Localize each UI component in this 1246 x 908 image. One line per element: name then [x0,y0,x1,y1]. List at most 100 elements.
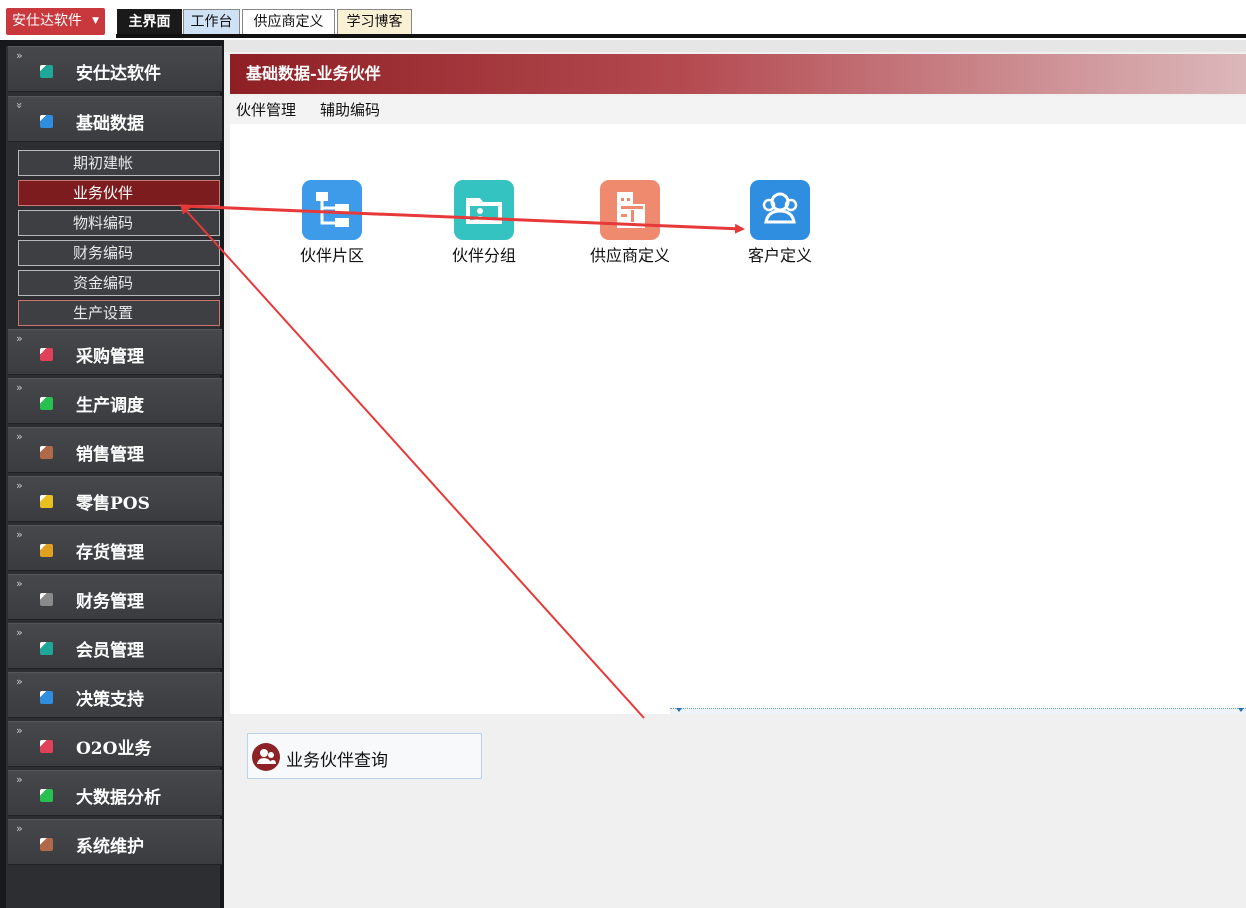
sidebar-group-basic-data[interactable]: » 基础数据 [8,96,222,142]
tab-label: 主界面 [128,14,171,30]
module-icon [40,593,53,606]
sidebar-group-header[interactable]: » 采购管理 [8,329,222,375]
sidebar-group-header[interactable]: » 财务管理 [8,574,222,620]
expand-chevron-icon: » [16,381,23,394]
sidebar-subitem-material-code[interactable]: 物料编码 [18,210,220,236]
expand-chevron-icon: » [16,577,23,590]
caret-down-icon: ▼ [92,16,99,26]
sidebar-group-header[interactable]: » 决策支持 [8,672,222,718]
sidebar-group-label: 销售管理 [76,445,144,465]
org-chart-icon [302,180,362,240]
tile-partner-group[interactable]: 伙伴分组 [434,180,534,266]
users-icon [750,180,810,240]
function-tiles-area: 伙伴片区 伙伴分组 供应商定义 客户定义 [230,124,1246,714]
tile-customer-definition[interactable]: 客户定义 [730,180,830,266]
sidebar-group-membership[interactable]: » 会员管理 [8,623,222,669]
expand-chevron-icon: » [16,479,23,492]
expand-chevron-icon: » [16,528,23,541]
building-icon [600,180,660,240]
module-icon [40,740,53,753]
tab-learning-blog[interactable]: 学习博客 [337,9,412,35]
sidebar-group-finance[interactable]: » 财务管理 [8,574,222,620]
panel-menu-bar: 伙伴管理 辅助编码 [230,96,1246,124]
main-panel: 基础数据-业务伙伴 伙伴管理 辅助编码 伙伴片区 伙伴分组 供应商定义 客户定义… [224,40,1246,908]
sidebar-group-sales[interactable]: » 销售管理 [8,427,222,473]
expand-chevron-icon: » [16,724,23,737]
sidebar-group-label: 系统维护 [76,837,144,857]
expand-chevron-icon: » [16,822,23,835]
sidebar-subitem-production-settings[interactable]: 生产设置 [18,300,220,326]
module-icon [40,789,53,802]
sidebar-subitem-opening-account[interactable]: 期初建帐 [18,150,220,176]
module-icon [40,348,53,361]
tab-label: 供应商定义 [253,14,324,30]
sidebar-subitem-label: 业务伙伴 [73,184,134,202]
sidebar-group-header[interactable]: » 零售POS [8,476,222,522]
sidebar-group-header[interactable]: » 生产调度 [8,378,222,424]
query-label: 业务伙伴查询 [286,751,388,771]
menu-partner-management[interactable]: 伙伴管理 [236,99,296,120]
sidebar-subitem-business-partner[interactable]: 业务伙伴 [18,180,220,206]
sidebar-group-header[interactable]: » 安仕达软件 [8,46,222,92]
sidebar: » 安仕达软件 » 基础数据 期初建帐 业务伙伴 物料编码 财务编码 资金编码 … [0,40,224,908]
splitter-arrow-icon [1238,708,1244,712]
sidebar-group-header[interactable]: » 大数据分析 [8,770,222,816]
tile-supplier-definition[interactable]: 供应商定义 [580,180,680,266]
module-icon [40,642,53,655]
menu-auxiliary-code[interactable]: 辅助编码 [320,99,380,120]
module-icon [40,495,53,508]
sidebar-group-inventory[interactable]: » 存货管理 [8,525,222,571]
tile-label: 伙伴片区 [299,246,364,265]
sidebar-subitem-label: 资金编码 [73,274,134,292]
sidebar-group-header[interactable]: » 销售管理 [8,427,222,473]
sidebar-subitem-fund-code[interactable]: 资金编码 [18,270,220,296]
app-menu-button[interactable]: 安仕达软件 ▼ [6,8,105,35]
sidebar-group-label: 存货管理 [76,543,144,563]
business-partner-query-button[interactable]: 业务伙伴查询 [247,733,482,779]
sidebar-group-header[interactable]: » 系统维护 [8,819,222,865]
collapse-chevron-icon: » [12,102,26,109]
module-icon [40,691,53,704]
expand-chevron-icon: » [16,773,23,786]
tab-workbench[interactable]: 工作台 [183,9,240,35]
sidebar-group-label: 决策支持 [76,690,144,710]
sidebar-subitem-label: 生产设置 [73,304,134,322]
sidebar-group-label: 基础数据 [76,114,144,134]
module-icon [40,65,53,78]
sidebar-group-big-data[interactable]: » 大数据分析 [8,770,222,816]
sidebar-group-retail-pos[interactable]: » 零售POS [8,476,222,522]
sidebar-group-production[interactable]: » 生产调度 [8,378,222,424]
tab-main[interactable]: 主界面 [117,9,182,35]
sidebar-group-decision-support[interactable]: » 决策支持 [8,672,222,718]
tile-label: 客户定义 [747,246,812,265]
tab-supplier-definition[interactable]: 供应商定义 [242,9,335,35]
expand-chevron-icon: » [16,430,23,443]
partner-icon [252,743,280,771]
sidebar-group-label: 安仕达软件 [76,64,161,84]
sidebar-group-header[interactable]: » 会员管理 [8,623,222,669]
sidebar-group-purchasing[interactable]: » 采购管理 [8,329,222,375]
expand-chevron-icon: » [16,675,23,688]
sidebar-group-label: 采购管理 [76,347,144,367]
sidebar-group-header[interactable]: » O2O业务 [8,721,222,767]
sidebar-group-system-maintenance[interactable]: » 系统维护 [8,819,222,865]
sidebar-group-label: O2O业务 [76,739,152,759]
folder-icon [454,180,514,240]
app-menu-label: 安仕达软件 [12,13,82,29]
sidebar-group-o2o[interactable]: » O2O业务 [8,721,222,767]
sidebar-group-label: 财务管理 [76,592,144,612]
module-icon [40,838,53,851]
sidebar-group-label: 大数据分析 [76,788,161,808]
sidebar-group-anshida[interactable]: » 安仕达软件 [8,46,222,92]
sidebar-subitem-label: 期初建帐 [73,154,134,172]
tile-label: 伙伴分组 [451,246,516,265]
sidebar-group-header[interactable]: » 基础数据 [8,96,222,142]
sidebar-subitem-label: 财务编码 [73,244,134,262]
sidebar-group-label: 会员管理 [76,641,144,661]
tile-partner-region[interactable]: 伙伴片区 [282,180,382,266]
tab-label: 学习博客 [346,14,403,30]
splitter-arrow-icon [676,708,682,712]
sidebar-group-label: 零售POS [76,494,150,514]
sidebar-group-header[interactable]: » 存货管理 [8,525,222,571]
sidebar-subitem-finance-code[interactable]: 财务编码 [18,240,220,266]
